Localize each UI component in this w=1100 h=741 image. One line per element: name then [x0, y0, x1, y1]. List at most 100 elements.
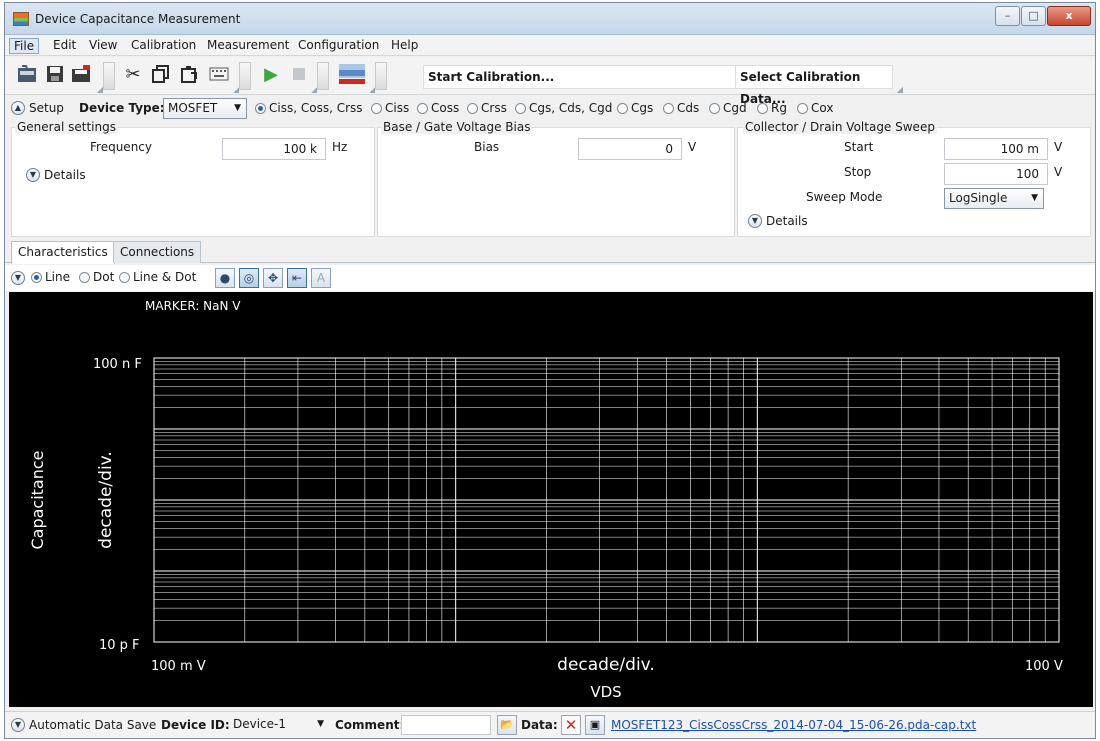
- drain-sweep-title: Collector / Drain Voltage Sweep: [743, 120, 937, 134]
- sweep-start-field[interactable]: 100 m: [944, 138, 1048, 160]
- comment-label: Comment:: [335, 718, 405, 732]
- keyboard-icon[interactable]: [207, 62, 231, 86]
- menu-configuration[interactable]: Configuration: [294, 38, 383, 54]
- plot-line-dot-label[interactable]: Line & Dot: [133, 270, 196, 284]
- expand-autosave-icon[interactable]: ▼: [11, 718, 25, 732]
- open-folder-icon[interactable]: [15, 62, 39, 86]
- option-crss-label[interactable]: Crss: [481, 101, 507, 115]
- recent-files-icon[interactable]: [69, 62, 93, 86]
- sweep-mode-value: LogSingle: [949, 191, 1008, 205]
- toolbar-grip[interactable]: [897, 87, 903, 93]
- y-tick-top: 100 n F: [93, 357, 142, 372]
- drain-sweep-group: Start 100 m V Stop 100 V Sweep Mode LogS…: [737, 127, 1091, 237]
- option-coss-radio[interactable]: [417, 103, 428, 114]
- x-div-label: decade/div.: [557, 655, 655, 675]
- chevron-down-icon: ▼: [317, 719, 324, 729]
- device-type-select[interactable]: MOSFET ▼: [163, 98, 247, 119]
- collapse-setup-icon[interactable]: ▲: [11, 101, 25, 115]
- tab-connections[interactable]: Connections: [113, 241, 202, 263]
- stop-icon[interactable]: [287, 62, 311, 86]
- plot-line-dot-radio[interactable]: [119, 272, 130, 283]
- option-ciss-label[interactable]: Ciss: [385, 101, 409, 115]
- bias-unit: V: [688, 140, 697, 154]
- frequency-field[interactable]: 100 k: [222, 138, 326, 160]
- close-button[interactable]: x: [1047, 6, 1091, 26]
- snapshot-camera-icon[interactable]: ●: [215, 268, 235, 288]
- option-rg-radio[interactable]: [757, 103, 768, 114]
- x-tick-right: 100 V: [1025, 659, 1063, 674]
- paste-icon[interactable]: [177, 62, 201, 86]
- auto-save-label: Automatic Data Save: [29, 718, 157, 732]
- start-calibration-button[interactable]: Start Calibration...: [423, 65, 745, 89]
- option-rg-label[interactable]: Rg: [771, 101, 787, 115]
- clear-data-icon[interactable]: ✕: [561, 715, 581, 735]
- marker-target-icon[interactable]: ◎: [239, 268, 259, 288]
- text-annotation-icon[interactable]: A: [311, 268, 331, 288]
- device-id-select[interactable]: Device-1 ▼: [229, 715, 329, 736]
- plot-dot-label[interactable]: Dot: [93, 270, 114, 284]
- tab-characteristics[interactable]: Characteristics: [11, 241, 115, 264]
- sweep-mode-select[interactable]: LogSingle ▼: [944, 188, 1044, 209]
- device-type-value: MOSFET: [168, 101, 218, 115]
- save-icon[interactable]: [43, 62, 67, 86]
- zoom-fit-icon[interactable]: ⇤: [287, 268, 307, 288]
- option-cgd-radio[interactable]: [709, 103, 720, 114]
- option-ciss-coss-crss-radio[interactable]: [255, 103, 266, 114]
- expand-details-icon[interactable]: ▼: [26, 168, 40, 182]
- option-crss-radio[interactable]: [467, 103, 478, 114]
- pan-move-icon[interactable]: ✥: [263, 268, 283, 288]
- open-data-folder-icon[interactable]: 📂: [497, 715, 517, 735]
- window-title: Device Capacitance Measurement: [35, 12, 241, 26]
- option-cox-label[interactable]: Cox: [811, 101, 833, 115]
- toolbar-separator: [317, 62, 329, 90]
- sweep-start-label: Start: [844, 140, 874, 154]
- title-bar: Device Capacitance Measurement – □ x: [5, 3, 1095, 35]
- menu-edit[interactable]: Edit: [49, 38, 80, 54]
- menu-file[interactable]: File: [9, 38, 40, 54]
- calibration-icon[interactable]: [337, 62, 367, 86]
- run-icon[interactable]: ▶: [259, 62, 283, 86]
- option-cds-radio[interactable]: [663, 103, 674, 114]
- expand-details-icon[interactable]: ▼: [748, 214, 762, 228]
- collapse-plot-options-icon[interactable]: ▼: [11, 271, 25, 285]
- menu-calibration[interactable]: Calibration: [127, 38, 200, 54]
- option-coss-label[interactable]: Coss: [431, 101, 459, 115]
- comment-input[interactable]: [401, 715, 491, 735]
- y-axis-label: Capacitance: [28, 450, 47, 549]
- option-ciss-coss-crss-label[interactable]: Ciss, Coss, Crss: [269, 101, 363, 115]
- option-cgs-label[interactable]: Cgs: [631, 101, 653, 115]
- option-cgs-cds-cgd-radio[interactable]: [515, 103, 526, 114]
- toolbar-separator: [103, 62, 115, 90]
- plot-options-bar: ▼ Line Dot Line & Dot ● ◎ ✥ ⇤ A: [5, 265, 1095, 291]
- data-file-link[interactable]: MOSFET123_CissCossCrss_2014-07-04_15-06-…: [611, 718, 976, 732]
- general-settings-group: Frequency 100 k Hz ▼ Details: [11, 127, 375, 237]
- plot-line-radio[interactable]: [31, 272, 42, 283]
- option-cgs-cds-cgd-label[interactable]: Cgs, Cds, Cgd: [529, 101, 612, 115]
- cut-icon[interactable]: ✂: [121, 62, 145, 86]
- save-data-icon[interactable]: ▣: [585, 715, 605, 735]
- capacitance-plot[interactable]: MARKER: NaN V 100 n F 10 p F 100 m V 100…: [9, 292, 1093, 707]
- frequency-label: Frequency: [90, 140, 152, 154]
- device-id-value: Device-1: [233, 717, 287, 731]
- sweep-stop-field[interactable]: 100: [944, 163, 1048, 185]
- bias-field[interactable]: 0: [578, 138, 682, 160]
- option-cds-label[interactable]: Cds: [677, 101, 699, 115]
- tab-bar: Characteristics Connections: [5, 239, 1095, 264]
- sweep-details-label[interactable]: Details: [766, 214, 808, 228]
- option-cox-radio[interactable]: [797, 103, 808, 114]
- minimize-button[interactable]: –: [995, 6, 1020, 26]
- device-id-label: Device ID:: [161, 718, 230, 732]
- option-cgs-radio[interactable]: [617, 103, 628, 114]
- menu-measurement[interactable]: Measurement: [203, 38, 293, 54]
- option-ciss-radio[interactable]: [371, 103, 382, 114]
- copy-icon[interactable]: [149, 62, 173, 86]
- maximize-button[interactable]: □: [1021, 6, 1046, 26]
- menu-help[interactable]: Help: [387, 38, 422, 54]
- sweep-stop-label: Stop: [844, 165, 872, 179]
- menu-view[interactable]: View: [85, 38, 121, 54]
- general-details-label[interactable]: Details: [44, 168, 86, 182]
- select-calibration-data-button[interactable]: Select Calibration Data...: [735, 65, 893, 106]
- option-cgd-label[interactable]: Cgd: [723, 101, 747, 115]
- plot-dot-radio[interactable]: [79, 272, 90, 283]
- plot-line-label[interactable]: Line: [45, 270, 70, 284]
